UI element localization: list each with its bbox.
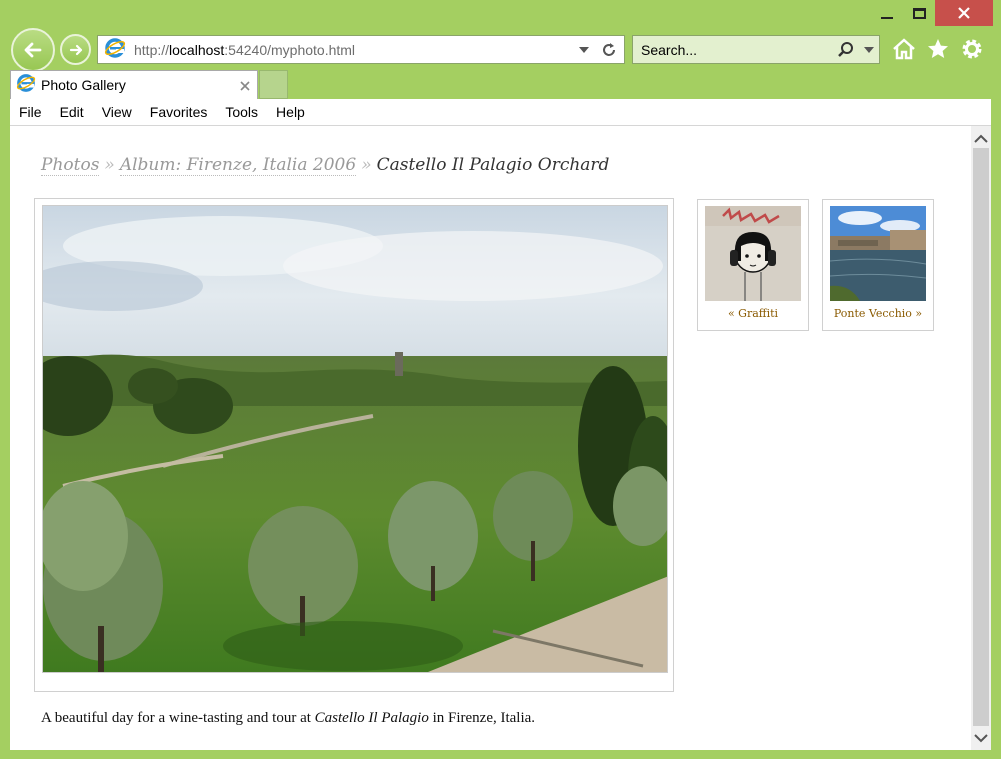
breadcrumb-photos-link[interactable]: Photos xyxy=(41,155,100,176)
back-arrow-icon xyxy=(24,42,42,58)
address-host: localhost xyxy=(169,41,225,58)
back-button[interactable] xyxy=(11,28,55,72)
menu-favorites[interactable]: Favorites xyxy=(150,104,208,120)
thumbnail-graffiti-image[interactable] xyxy=(705,206,801,301)
main-photo xyxy=(42,205,668,673)
address-text[interactable]: http://localhost:54240/myphoto.html xyxy=(134,42,574,58)
forward-arrow-icon xyxy=(69,44,82,55)
breadcrumb-separator: » xyxy=(104,155,115,175)
menu-tools[interactable]: Tools xyxy=(225,104,258,120)
settings-button[interactable] xyxy=(959,36,985,62)
forward-button[interactable] xyxy=(60,34,91,65)
favorites-button[interactable] xyxy=(925,36,951,62)
caption-text: A beautiful day for a wine-tasting and t… xyxy=(41,710,315,726)
navigation-bar: http://localhost:54240/myphoto.html xyxy=(0,28,1001,72)
address-prefix: http:// xyxy=(134,41,170,58)
menu-help[interactable]: Help xyxy=(276,104,305,120)
minimize-icon xyxy=(881,17,893,19)
refresh-icon xyxy=(603,42,615,56)
tab-bar: Photo Gallery xyxy=(0,70,1001,99)
chevron-down-icon xyxy=(579,46,589,53)
minimize-button[interactable] xyxy=(871,0,903,26)
star-icon xyxy=(928,39,948,58)
thumbnail-next-label[interactable]: Ponte Vecchio » xyxy=(823,307,933,320)
tab-close-button[interactable] xyxy=(233,76,257,95)
page-content: Photos» Album: Firenze, Italia 2006» Caste… xyxy=(10,126,971,750)
scroll-thumb[interactable] xyxy=(973,148,989,726)
search-icon xyxy=(838,41,853,57)
home-icon xyxy=(893,38,915,60)
refresh-button[interactable] xyxy=(594,41,624,59)
breadcrumb-separator: » xyxy=(361,155,372,175)
chevron-down-icon xyxy=(974,733,988,742)
thumbnail-previous-label[interactable]: « Graffiti xyxy=(698,307,808,320)
vertical-scrollbar[interactable] xyxy=(971,126,991,750)
breadcrumb: Photos» Album: Firenze, Italia 2006» Caste… xyxy=(41,155,610,176)
scroll-up-button[interactable] xyxy=(971,129,991,147)
chevron-down-icon xyxy=(864,46,874,53)
close-icon xyxy=(240,80,250,91)
page-title: Castello Il Palagio Orchard xyxy=(376,155,610,175)
tab-title: Photo Gallery xyxy=(41,77,126,93)
home-button[interactable] xyxy=(891,36,917,62)
menu-edit[interactable]: Edit xyxy=(60,104,84,120)
caption-emphasis: Castello Il Palagio xyxy=(314,710,429,726)
address-path: :54240/myphoto.html xyxy=(224,41,356,58)
maximize-icon xyxy=(912,7,926,19)
address-dropdown-button[interactable] xyxy=(574,46,594,53)
search-input[interactable] xyxy=(641,41,833,58)
close-icon xyxy=(958,7,970,19)
main-photo-frame xyxy=(34,198,674,692)
gear-icon xyxy=(962,39,982,59)
search-dropdown-button[interactable] xyxy=(859,46,879,53)
ie-logo-icon xyxy=(16,73,36,97)
tab-photo-gallery[interactable]: Photo Gallery xyxy=(10,70,258,99)
scroll-down-button[interactable] xyxy=(971,729,991,747)
toolbar-icons xyxy=(891,36,985,62)
caption-text-end: in Firenze, Italia. xyxy=(428,710,536,726)
thumbnail-ponte-vecchio-image[interactable] xyxy=(830,206,926,301)
address-bar[interactable]: http://localhost:54240/myphoto.html xyxy=(97,35,625,64)
chevron-up-icon xyxy=(974,134,988,143)
ie-logo-icon xyxy=(104,37,126,63)
menu-view[interactable]: View xyxy=(102,104,132,120)
photo-caption: A beautiful day for a wine-tasting and t… xyxy=(41,710,535,727)
search-box[interactable] xyxy=(632,35,880,64)
search-button[interactable] xyxy=(833,41,859,59)
thumbnail-next[interactable]: Ponte Vecchio » xyxy=(822,199,934,331)
menu-file[interactable]: File xyxy=(19,104,42,120)
maximize-button[interactable] xyxy=(903,0,935,26)
menu-bar: File Edit View Favorites Tools Help xyxy=(10,99,991,126)
breadcrumb-album-link[interactable]: Album: Firenze, Italia 2006 xyxy=(119,155,357,176)
new-tab-button[interactable] xyxy=(259,70,288,99)
window-controls xyxy=(871,0,993,28)
close-window-button[interactable] xyxy=(935,0,993,26)
thumbnail-previous[interactable]: « Graffiti xyxy=(697,199,809,331)
